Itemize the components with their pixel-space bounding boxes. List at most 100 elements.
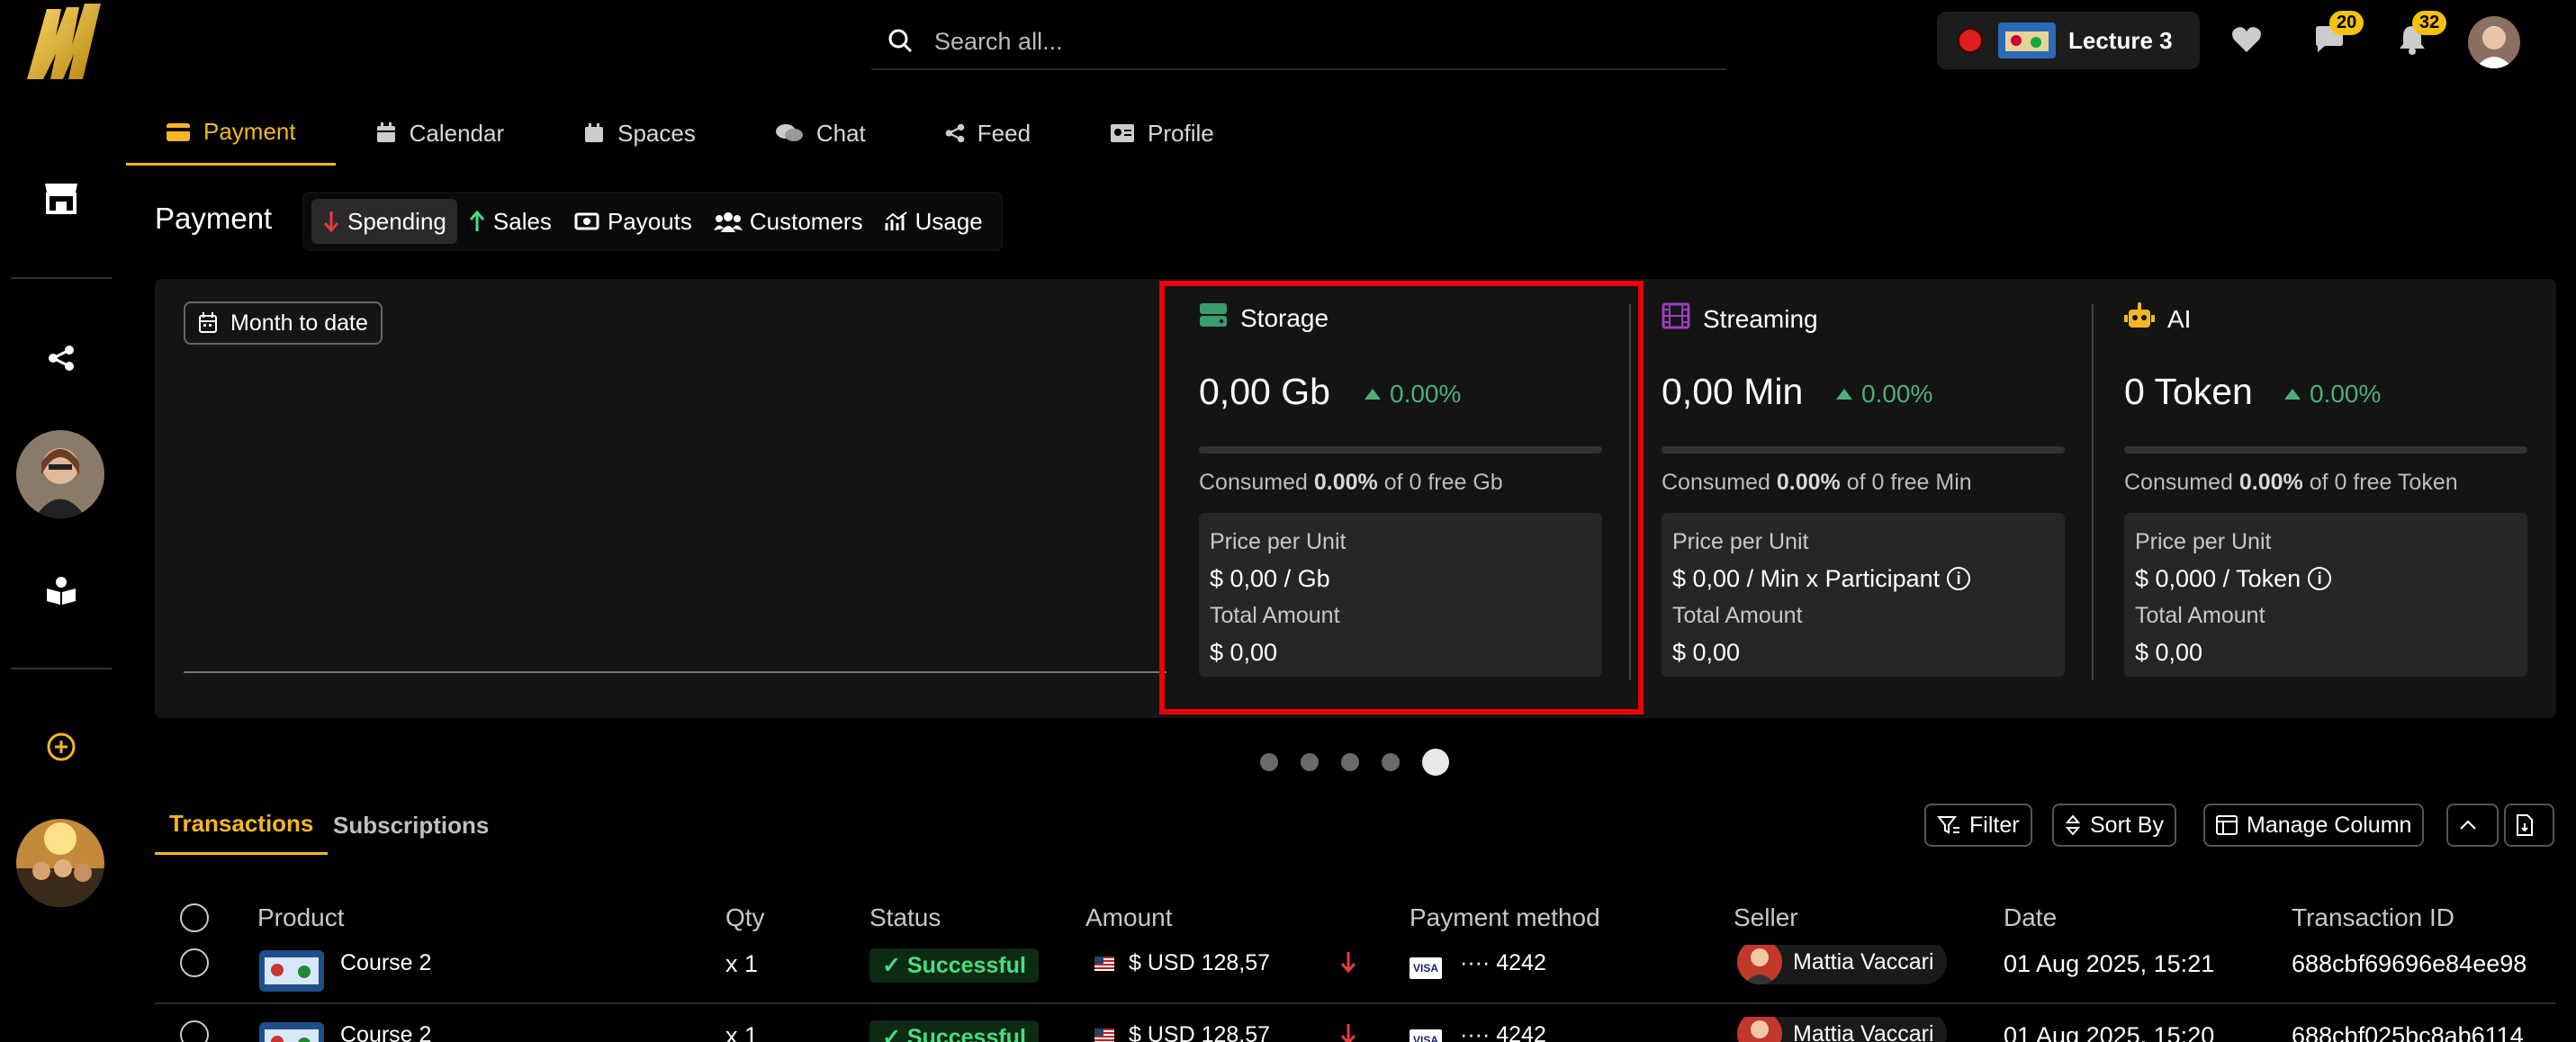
store-icon[interactable] (36, 173, 86, 223)
price-value: $ 0,00 / Min x Participant (1672, 565, 1941, 592)
search-bar[interactable] (871, 14, 1726, 70)
seller-avatar (1737, 1017, 1782, 1042)
live-session-button[interactable]: Lecture 3 (1937, 12, 2200, 69)
collapse-button[interactable] (2446, 804, 2499, 847)
seller-chip[interactable]: Mattia Vaccari (1737, 1017, 1947, 1042)
column-header-payment-method[interactable]: Payment method (1410, 903, 1600, 932)
usage-card-streaming: Streaming 0,00 Min 0.00% Consumed 0.00% … (1660, 279, 2092, 711)
tab-label: Calendar (409, 119, 505, 147)
calendar-icon (199, 312, 217, 333)
tab-payment[interactable]: Payment (126, 101, 336, 166)
column-header-date[interactable]: Date (2004, 903, 2057, 932)
card-header: AI (2124, 302, 2191, 336)
carousel-dot[interactable] (1301, 753, 1319, 771)
column-header-qty[interactable]: Qty (725, 903, 765, 932)
usage-card-ai: AI 0 Token 0.00% Consumed 0.00% of 0 fre… (2122, 279, 2554, 711)
sort-button[interactable]: Sort By (2052, 804, 2176, 847)
card-value: 0 Token (2124, 371, 2253, 412)
arrow-down-icon (323, 211, 339, 233)
tab-profile[interactable]: Profile (1070, 101, 1254, 166)
transaction-id[interactable]: 688cbf025bc8ab6114 (2292, 1022, 2524, 1042)
book-reader-icon[interactable] (36, 565, 86, 615)
seller-chip[interactable]: Mattia Vaccari (1737, 945, 1947, 984)
subtab-spending[interactable]: Spending (311, 199, 457, 244)
trend-up-icon (2284, 389, 2301, 400)
favorites-icon[interactable] (2227, 20, 2266, 59)
column-header-status[interactable]: Status (869, 903, 941, 932)
manage-column-button[interactable]: Manage Column (2203, 804, 2425, 847)
tab-feed[interactable]: Feed (905, 101, 1070, 166)
tab-spaces[interactable]: Spaces (544, 101, 735, 166)
tab-label: Profile (1148, 119, 1214, 147)
subtab-customers[interactable]: Customers (703, 199, 874, 244)
user-avatar[interactable] (2468, 16, 2520, 68)
row-date: 01 Aug 2025, 15:20 (2004, 1022, 2215, 1042)
subtab-payouts[interactable]: Payouts (563, 199, 703, 244)
product-name[interactable]: Course 2 (340, 950, 431, 976)
card-title: AI (2167, 304, 2192, 333)
column-header-amount[interactable]: Amount (1085, 903, 1173, 932)
info-icon[interactable]: i (1947, 567, 1971, 590)
price-label: Price per Unit (1672, 529, 1809, 554)
filter-icon (1937, 816, 1959, 834)
tab-calendar[interactable]: Calendar (336, 101, 545, 166)
carousel-dot[interactable] (1382, 753, 1400, 771)
card-change-value: 0.00% (2310, 380, 2382, 408)
notifications-icon[interactable]: 32 (2392, 11, 2447, 59)
column-header-seller[interactable]: Seller (1734, 903, 1798, 932)
total-value: $ 0,00 (2135, 639, 2203, 666)
export-button[interactable] (2504, 804, 2554, 847)
row-qty: x 1 (725, 1022, 759, 1042)
trend-up-icon (1836, 389, 1852, 400)
tab-label: Spaces (617, 119, 696, 147)
carousel-dot[interactable] (1341, 753, 1359, 771)
messages-icon[interactable]: 20 (2310, 11, 2364, 59)
us-flag-icon (1094, 957, 1114, 972)
sidebar (0, 0, 126, 1042)
subtab-usage[interactable]: Usage (874, 199, 994, 244)
card-header: Streaming (1662, 302, 1818, 336)
tab-subscriptions[interactable]: Subscriptions (319, 795, 503, 855)
subtab-sales[interactable]: Sales (457, 199, 563, 244)
space-avatar-2[interactable] (16, 819, 104, 907)
product-thumbnail (259, 1022, 324, 1042)
manage-column-label: Manage Column (2247, 812, 2412, 838)
product-thumbnail (259, 950, 324, 992)
share-icon[interactable] (36, 333, 86, 383)
carousel-dot[interactable] (1260, 753, 1278, 771)
share-icon (945, 123, 965, 143)
column-header-transaction-id[interactable]: Transaction ID (2292, 903, 2454, 932)
table-row[interactable]: Course 2 x 1 ✓ Successful $ USD 128,57 V… (0, 945, 2576, 1015)
table-row[interactable]: Course 2 x 1 ✓ Successful $ USD 128,57 V… (0, 1017, 2576, 1042)
tab-transactions[interactable]: Transactions (155, 795, 329, 855)
search-input[interactable] (934, 27, 1564, 56)
chat-icon (775, 124, 803, 141)
select-all-checkbox[interactable] (180, 903, 209, 932)
space-avatar-1[interactable] (16, 430, 104, 518)
consumed-suffix: of 0 free Token (2302, 470, 2458, 495)
price-value-row: $ 0,00 / Min x Participant i (1672, 560, 2054, 597)
tab-chat[interactable]: Chat (735, 101, 905, 166)
app-logo[interactable] (20, 0, 106, 83)
transaction-id[interactable]: 688cbf69696e84ee98 (2292, 950, 2526, 978)
row-date: 01 Aug 2025, 15:21 (2004, 950, 2215, 977)
filter-button[interactable]: Filter (1924, 804, 2032, 847)
subtab-label: Spending (347, 207, 446, 235)
add-space-icon[interactable] (36, 722, 86, 772)
live-thumbnail (1998, 22, 2056, 58)
row-checkbox[interactable] (180, 948, 209, 977)
tab-label: Feed (977, 119, 1031, 147)
usage-icon (885, 211, 907, 230)
info-icon[interactable]: i (2308, 567, 2332, 590)
row-checkbox[interactable] (180, 1020, 209, 1042)
date-filter-button[interactable]: Month to date (184, 301, 383, 345)
carousel-dot[interactable] (1422, 749, 1449, 776)
columns-icon (2216, 815, 2238, 835)
card-change: 0.00% (2284, 380, 2381, 409)
column-header-product[interactable]: Product (257, 903, 345, 932)
highlight-box (1159, 281, 1644, 714)
card-title: Streaming (1703, 304, 1818, 333)
messages-badge: 20 (2329, 11, 2364, 35)
visa-card-icon: VISA (1410, 1029, 1442, 1042)
product-name[interactable]: Course 2 (340, 1022, 431, 1042)
